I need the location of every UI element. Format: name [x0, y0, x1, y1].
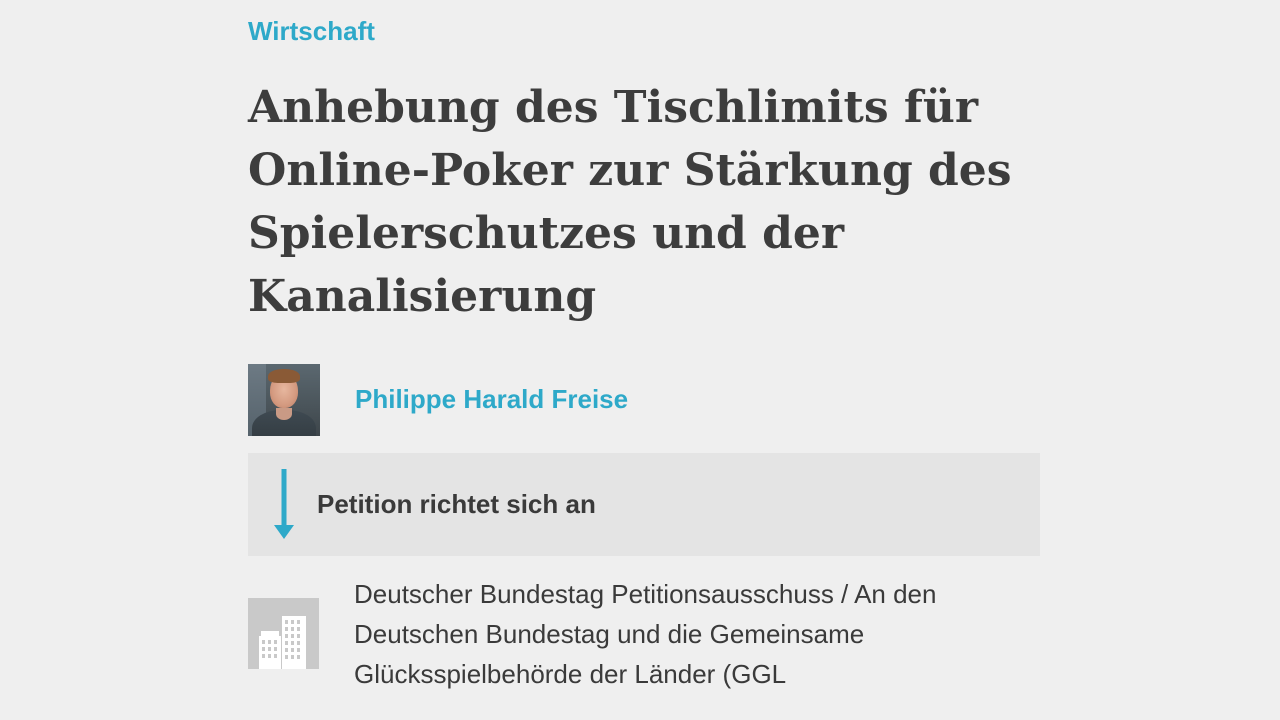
author-block: Philippe Harald Freise — [248, 363, 628, 436]
page-title: Anhebung des Tischlimits für Online-Poke… — [248, 76, 1012, 328]
petition-target-header: Petition richtet sich an — [248, 453, 1040, 556]
recipient-line: Deutschen Bundestag und die Gemeinsame — [354, 619, 865, 649]
petition-target-heading: Petition richtet sich an — [317, 489, 596, 519]
category-link[interactable]: Wirtschaft — [248, 14, 375, 48]
title-line: Spielerschutzes und der — [248, 208, 845, 259]
recipient-line: Glücksspielbehörde der Länder (GGL — [354, 659, 787, 689]
petition-page: Wirtschaft Anhebung des Tischlimits für … — [0, 0, 1280, 720]
recipient-name: Deutscher Bundestag Petitionsausschuss /… — [354, 574, 1034, 694]
avatar[interactable] — [248, 363, 320, 436]
arrow-down-icon — [274, 469, 294, 539]
recipient-line: Deutscher Bundestag Petitionsausschuss /… — [354, 579, 937, 609]
author-name-link[interactable]: Philippe Harald Freise — [355, 384, 628, 415]
title-line: Online-Poker zur Stärkung des — [248, 145, 1012, 196]
building-icon — [248, 598, 319, 669]
title-line: Kanalisierung — [248, 271, 597, 322]
title-line: Anhebung des Tischlimits für — [248, 82, 979, 133]
